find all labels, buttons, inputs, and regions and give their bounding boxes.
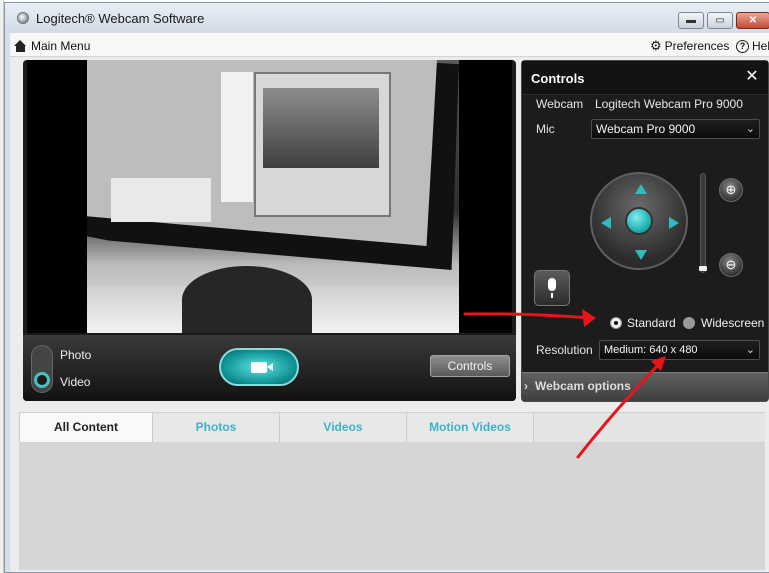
webcam-value: Logitech Webcam Pro 9000 bbox=[595, 97, 743, 111]
pan-tilt-reset-button[interactable] bbox=[625, 207, 653, 235]
close-icon[interactable]: ✕ bbox=[743, 69, 761, 87]
preview-screen-video bbox=[263, 88, 379, 168]
main-menu-label: Main Menu bbox=[31, 39, 91, 53]
chevron-right-icon: › bbox=[524, 379, 528, 393]
maximize-button[interactable]: ▭ bbox=[707, 12, 733, 29]
preferences-label: Preferences bbox=[664, 39, 730, 53]
help-link[interactable]: ? Help bbox=[736, 39, 769, 53]
tilt-down-arrow-icon[interactable] bbox=[635, 250, 647, 260]
webcam-label: Webcam bbox=[536, 97, 584, 111]
app-window: Logitech® Webcam Software ▬ ▭ ✕ Main Men… bbox=[4, 2, 769, 573]
logitech-app-icon bbox=[17, 12, 29, 24]
mic-select-value: Webcam Pro 9000 bbox=[596, 122, 696, 136]
preferences-link[interactable]: ⚙ Preferences bbox=[650, 39, 729, 53]
mic-select[interactable]: Webcam Pro 9000 ⌄ bbox=[591, 119, 760, 139]
camera-panel: Photo Video Controls bbox=[23, 60, 516, 401]
title-bar[interactable]: Logitech® Webcam Software ▬ ▭ ✕ bbox=[5, 3, 769, 33]
video-camera-icon bbox=[251, 362, 273, 373]
record-video-button[interactable] bbox=[219, 348, 299, 386]
photo-video-toggle[interactable] bbox=[31, 345, 53, 393]
content-gallery bbox=[19, 442, 765, 570]
chevron-down-icon: ⌄ bbox=[745, 344, 755, 356]
gear-icon: ⚙ bbox=[650, 38, 662, 53]
help-icon: ? bbox=[736, 39, 749, 53]
preview-screen-window bbox=[111, 178, 211, 222]
controls-title: Controls bbox=[531, 71, 585, 86]
menu-bar: Main Menu ⚙ Preferences ? Help bbox=[10, 33, 769, 57]
mic-label: Mic bbox=[536, 122, 555, 136]
controls-button[interactable]: Controls bbox=[430, 355, 510, 377]
preview-screen-chat bbox=[221, 72, 253, 202]
webcam-options-expander[interactable]: › Webcam options bbox=[522, 372, 768, 401]
zoom-slider-track[interactable] bbox=[700, 173, 706, 273]
photo-mode-label[interactable]: Photo bbox=[60, 348, 91, 362]
standard-radio[interactable] bbox=[610, 317, 622, 329]
controls-panel: Controls ✕ Webcam Logitech Webcam Pro 90… bbox=[521, 60, 769, 402]
controls-header: Controls ✕ bbox=[522, 61, 768, 95]
zoom-in-icon[interactable]: ⊕ bbox=[719, 178, 743, 202]
microphone-icon bbox=[548, 278, 556, 298]
pan-left-arrow-icon[interactable] bbox=[601, 217, 611, 229]
toggle-knob[interactable] bbox=[34, 372, 50, 388]
help-label: Help bbox=[752, 39, 769, 53]
tab-all-content[interactable]: All Content bbox=[19, 413, 153, 442]
tab-photos[interactable]: Photos bbox=[153, 413, 280, 442]
content-tabs: All Content Photos Videos Motion Videos bbox=[19, 412, 765, 442]
resolution-select[interactable]: Medium: 640 x 480 ⌄ bbox=[599, 340, 760, 360]
video-mode-label[interactable]: Video bbox=[60, 375, 90, 389]
standard-label[interactable]: Standard bbox=[627, 316, 676, 330]
resolution-select-value: Medium: 640 x 480 bbox=[604, 344, 698, 356]
widescreen-radio[interactable] bbox=[683, 317, 695, 329]
main-menu-link[interactable]: Main Menu bbox=[14, 39, 90, 53]
tab-videos[interactable]: Videos bbox=[280, 413, 407, 442]
camera-toolbar: Photo Video Controls bbox=[23, 335, 516, 401]
resolution-label: Resolution bbox=[536, 343, 593, 357]
minimize-button[interactable]: ▬ bbox=[678, 12, 704, 29]
zoom-out-icon[interactable]: ⊖ bbox=[719, 253, 743, 277]
pan-tilt-pad bbox=[590, 172, 688, 270]
zoom-slider-thumb[interactable] bbox=[699, 266, 707, 271]
tab-motion-videos[interactable]: Motion Videos bbox=[407, 413, 534, 442]
home-icon bbox=[14, 40, 27, 52]
pan-right-arrow-icon[interactable] bbox=[669, 217, 679, 229]
mic-mute-button[interactable] bbox=[534, 270, 570, 306]
window-title: Logitech® Webcam Software bbox=[36, 11, 205, 26]
window-close-button[interactable]: ✕ bbox=[736, 12, 769, 29]
widescreen-label[interactable]: Widescreen bbox=[701, 316, 764, 330]
tilt-up-arrow-icon[interactable] bbox=[635, 184, 647, 194]
app-body: Main Menu ⚙ Preferences ? Help bbox=[10, 33, 769, 572]
preview-image bbox=[87, 60, 459, 333]
preview-monitor-stand bbox=[182, 266, 312, 333]
chevron-down-icon: ⌄ bbox=[745, 123, 755, 135]
webcam-preview bbox=[27, 60, 512, 333]
webcam-options-label: Webcam options bbox=[535, 379, 631, 393]
